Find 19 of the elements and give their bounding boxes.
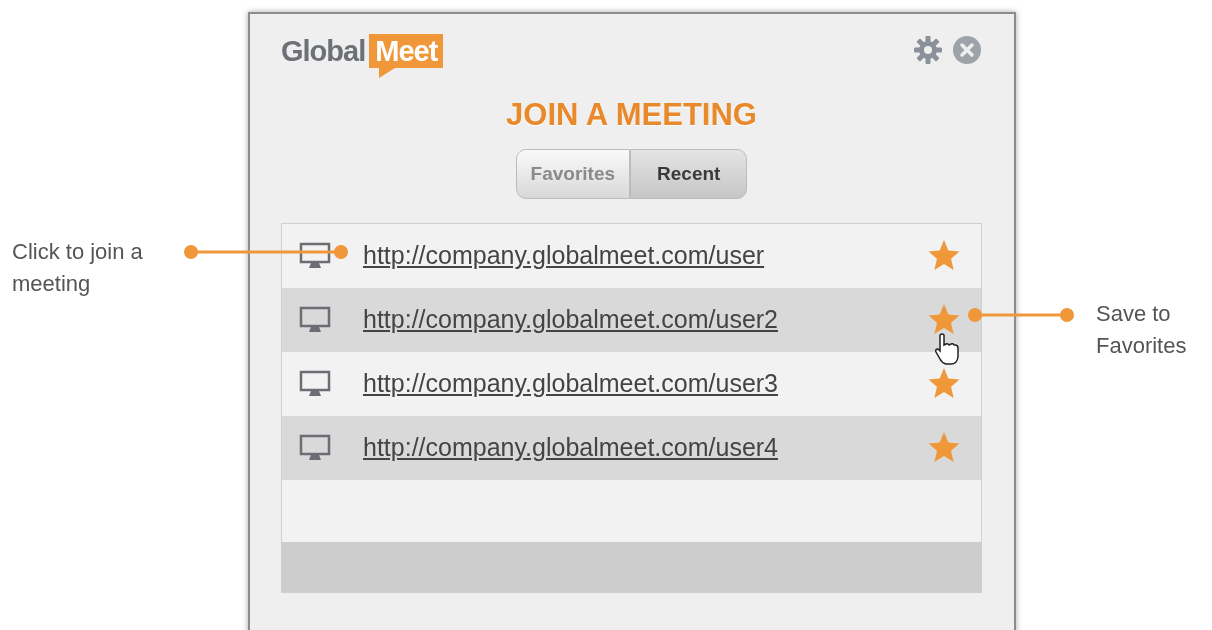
logo-text: Global — [281, 34, 366, 68]
monitor-icon — [299, 306, 331, 333]
star-icon[interactable] — [927, 431, 961, 464]
heading: JOIN A MEETING — [505, 96, 758, 134]
speech-tail-icon — [379, 68, 396, 78]
callout-text: Click to join a meeting — [12, 238, 144, 298]
tab[interactable]: Recent — [630, 148, 748, 199]
monitor-icon — [299, 242, 331, 269]
meeting-link[interactable]: http://company.globalmeet.com/user — [363, 236, 765, 275]
close-icon[interactable] — [952, 35, 982, 65]
callout-text: Save to Favorites — [1096, 300, 1188, 360]
star-icon[interactable] — [927, 239, 961, 272]
cursor-icon — [934, 333, 960, 366]
monitor-icon — [299, 370, 331, 397]
settings-icon[interactable] — [912, 34, 944, 66]
star-icon[interactable] — [927, 367, 961, 400]
star-icon[interactable] — [927, 303, 961, 336]
meeting-link[interactable]: http://company.globalmeet.com/user3 — [363, 364, 779, 403]
monitor-icon — [299, 434, 331, 461]
